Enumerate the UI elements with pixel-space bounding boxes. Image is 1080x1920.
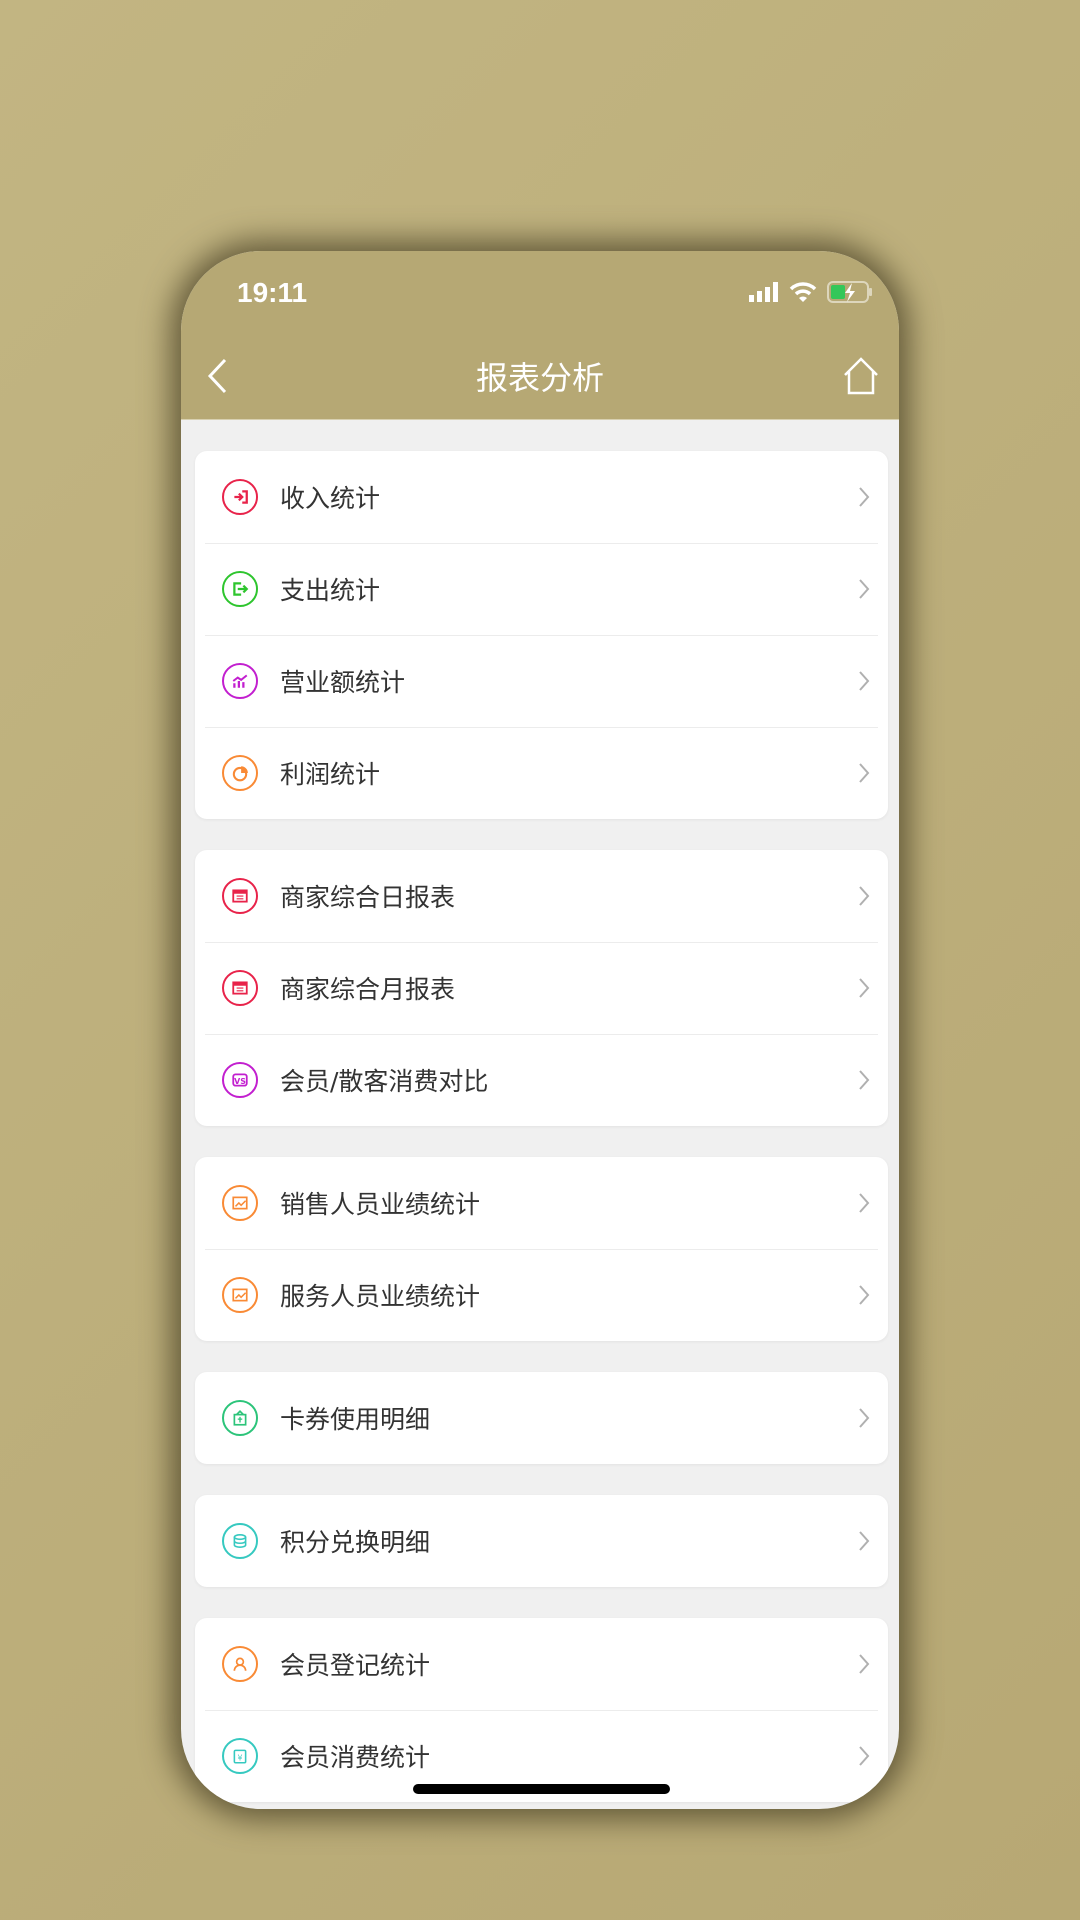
chevron-right-icon: [859, 487, 870, 507]
menu-item-label: 会员消费统计: [280, 1743, 431, 1772]
menu-item-label: 利润统计: [280, 760, 381, 789]
user-icon: [222, 1646, 258, 1682]
menu-item-label: 会员登记统计: [280, 1651, 431, 1680]
signal-icon: [749, 282, 778, 302]
home-button[interactable]: [843, 357, 879, 395]
status-time: 19:11: [237, 277, 308, 308]
menu-item[interactable]: VS 会员/散客消费对比: [195, 1034, 888, 1126]
menu-item-label: 营业额统计: [280, 668, 406, 697]
vs-icon: VS: [222, 1062, 258, 1098]
wifi-icon: [789, 282, 817, 302]
chevron-right-icon: [859, 1746, 870, 1766]
chevron-right-icon: [859, 1408, 870, 1428]
menu-item[interactable]: 利润统计: [195, 727, 888, 819]
menu-item-label: 积分兑换明细: [280, 1528, 431, 1557]
status-icons: [749, 281, 873, 303]
menu-group: 商家综合日报表 商家综合月报表 VS 会员/散客消费对比: [195, 850, 888, 1126]
menu-item-label: 商家综合日报表: [280, 883, 456, 912]
menu-item-label: 服务人员业绩统计: [280, 1282, 481, 1311]
chevron-right-icon: [859, 978, 870, 998]
menu-group: 会员登记统计 ¥ 会员消费统计: [195, 1618, 888, 1802]
image-chart-icon: [222, 1185, 258, 1221]
pie-chart-icon: [222, 755, 258, 791]
chevron-right-icon: [859, 1285, 870, 1305]
home-indicator[interactable]: [413, 1784, 670, 1794]
menu-item[interactable]: 销售人员业绩统计: [195, 1157, 888, 1249]
menu-group: 收入统计 支出统计 营业额统计 利润统计: [195, 451, 888, 819]
coins-icon: [222, 1523, 258, 1559]
menu-item[interactable]: 商家综合日报表: [195, 850, 888, 942]
menu-item[interactable]: 收入统计: [195, 451, 888, 543]
battery-charging-icon: [827, 281, 872, 303]
menu-item-label: 卡券使用明细: [280, 1405, 431, 1434]
phone-screen: 19:11 报表分析 收入统计 支出统计 营业额统计 利润统计 商家综合日报表 …: [181, 251, 899, 1809]
coupon-icon: [222, 1400, 258, 1436]
page-title: 报表分析: [475, 359, 604, 397]
menu-item-label: 会员/散客消费对比: [280, 1067, 489, 1096]
menu-item[interactable]: 卡券使用明细: [195, 1372, 888, 1464]
menu-item[interactable]: 会员登记统计: [195, 1618, 888, 1710]
menu-item[interactable]: 商家综合月报表: [195, 942, 888, 1034]
header: 19:11 报表分析: [181, 251, 899, 420]
menu-group: 销售人员业绩统计 服务人员业绩统计: [195, 1157, 888, 1341]
report-icon: [222, 878, 258, 914]
menu-group: 积分兑换明细: [195, 1495, 888, 1587]
svg-text:¥: ¥: [237, 1754, 242, 1763]
chevron-right-icon: [859, 1193, 870, 1213]
menu-item-label: 支出统计: [280, 576, 381, 605]
report-icon: [222, 970, 258, 1006]
menu-item-label: 商家综合月报表: [280, 975, 456, 1004]
expense-icon: [222, 571, 258, 607]
report-menu: 收入统计 支出统计 营业额统计 利润统计 商家综合日报表 商家综合月报表 VS …: [195, 451, 888, 1809]
chart-icon: [222, 663, 258, 699]
menu-item[interactable]: 支出统计: [195, 543, 888, 635]
chevron-right-icon: [859, 1070, 870, 1090]
chevron-right-icon: [859, 763, 870, 783]
chevron-right-icon: [859, 579, 870, 599]
chevron-right-icon: [859, 1654, 870, 1674]
svg-text:VS: VS: [234, 1077, 246, 1086]
chevron-right-icon: [859, 886, 870, 906]
chevron-right-icon: [859, 671, 870, 691]
yen-clipboard-icon: ¥: [222, 1738, 258, 1774]
menu-item[interactable]: 营业额统计: [195, 635, 888, 727]
menu-item[interactable]: 服务人员业绩统计: [195, 1249, 888, 1341]
income-icon: [222, 479, 258, 515]
image-chart-icon: [222, 1277, 258, 1313]
menu-item-label: 收入统计: [280, 484, 381, 513]
menu-item[interactable]: 积分兑换明细: [195, 1495, 888, 1587]
menu-item-label: 销售人员业绩统计: [280, 1190, 481, 1219]
chevron-right-icon: [859, 1531, 870, 1551]
menu-group: 卡券使用明细: [195, 1372, 888, 1464]
